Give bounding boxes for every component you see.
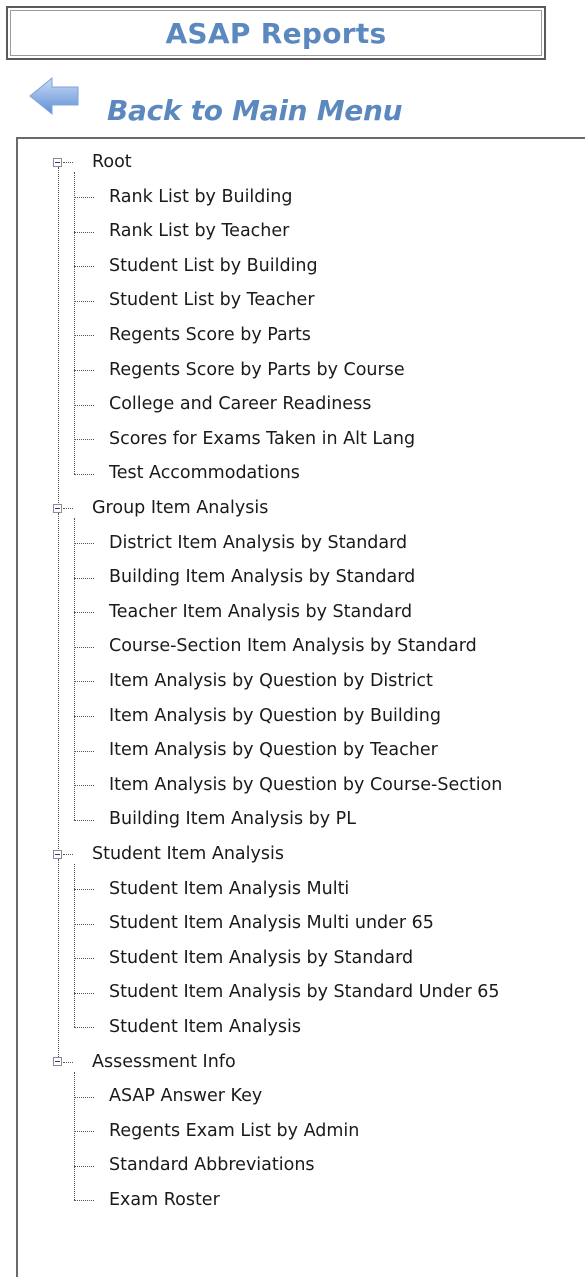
tree-item[interactable]: Regents Exam List by Admin bbox=[109, 1114, 359, 1148]
tree-connector bbox=[74, 923, 94, 925]
tree-connector bbox=[74, 612, 94, 614]
tree-connector bbox=[57, 859, 59, 1057]
tree-connector bbox=[74, 681, 94, 683]
tree-connector bbox=[74, 542, 94, 544]
tree-connector bbox=[74, 958, 94, 960]
tree-item[interactable]: Student List by Building bbox=[109, 249, 318, 283]
tree-connector bbox=[74, 888, 94, 890]
tree-connector bbox=[74, 369, 94, 371]
tree-item[interactable]: Item Analysis by Question by District bbox=[109, 664, 433, 698]
report-tree-panel: Root Rank List by Building Rank List by Te… bbox=[16, 137, 585, 1277]
tree-connector bbox=[63, 1061, 73, 1063]
tree-connector bbox=[63, 854, 73, 856]
tree-connector bbox=[57, 167, 59, 504]
tree-item[interactable]: ASAP Answer Key bbox=[109, 1079, 262, 1113]
tree-connector bbox=[74, 819, 94, 821]
collapse-toggle-icon[interactable] bbox=[53, 157, 62, 167]
tree-connector bbox=[74, 300, 94, 302]
tree-connector bbox=[63, 508, 73, 510]
page-title: ASAP Reports bbox=[165, 16, 387, 50]
tree-item[interactable]: Item Analysis by Question by Building bbox=[109, 699, 441, 733]
tree-group-assessment-info[interactable]: Assessment Info bbox=[92, 1045, 236, 1079]
tree-connector bbox=[74, 231, 94, 233]
tree-connector bbox=[74, 1096, 94, 1098]
tree-connector bbox=[74, 1200, 94, 1202]
tree-connector bbox=[74, 1131, 94, 1133]
back-to-main-menu-link[interactable]: Back to Main Menu bbox=[28, 74, 408, 130]
tree-connector bbox=[63, 162, 73, 164]
tree-connector bbox=[74, 196, 94, 198]
tree-item[interactable]: Student List by Teacher bbox=[109, 283, 315, 317]
tree-connector bbox=[74, 785, 94, 787]
tree-connector bbox=[74, 518, 75, 820]
tree-item[interactable]: Teacher Item Analysis by Standard bbox=[109, 595, 412, 629]
tree-item[interactable]: Building Item Analysis by Standard bbox=[109, 560, 415, 594]
tree-item[interactable]: Course-Section Item Analysis by Standard bbox=[109, 629, 477, 663]
tree-connector bbox=[74, 404, 94, 406]
tree-connector bbox=[74, 646, 94, 648]
tree-connector bbox=[74, 577, 94, 579]
tree-connector bbox=[74, 172, 75, 474]
tree-group-student-item-analysis[interactable]: Student Item Analysis bbox=[92, 837, 284, 871]
report-tree: Root Rank List by Building Rank List by Te… bbox=[18, 139, 585, 1277]
tree-item[interactable]: College and Career Readiness bbox=[109, 387, 371, 421]
tree-item[interactable]: Student Item Analysis by Standard Under … bbox=[109, 975, 500, 1009]
tree-item[interactable]: Student Item Analysis Multi bbox=[109, 872, 349, 906]
collapse-toggle-icon[interactable] bbox=[53, 503, 62, 513]
tree-item[interactable]: Student Item Analysis bbox=[109, 1010, 301, 1044]
tree-item[interactable]: Standard Abbreviations bbox=[109, 1148, 315, 1182]
tree-connector bbox=[74, 335, 94, 337]
collapse-toggle-icon[interactable] bbox=[53, 1057, 62, 1067]
tree-connector bbox=[74, 1165, 94, 1167]
tree-item[interactable]: Test Accommodations bbox=[109, 456, 300, 490]
left-arrow-icon bbox=[29, 76, 79, 116]
tree-item[interactable]: Regents Score by Parts by Course bbox=[109, 353, 405, 387]
tree-item[interactable]: Student Item Analysis Multi under 65 bbox=[109, 906, 434, 940]
tree-item[interactable]: District Item Analysis by Standard bbox=[109, 526, 407, 560]
tree-item[interactable]: Student Item Analysis by Standard bbox=[109, 941, 413, 975]
tree-item[interactable]: Rank List by Teacher bbox=[109, 214, 289, 248]
tree-item[interactable]: Rank List by Building bbox=[109, 180, 292, 214]
back-link-label: Back to Main Menu bbox=[107, 94, 403, 127]
page-header: ASAP Reports bbox=[6, 6, 546, 60]
tree-connector bbox=[74, 1071, 75, 1201]
tree-connector bbox=[74, 1027, 94, 1029]
tree-item[interactable]: Regents Score by Parts bbox=[109, 318, 311, 352]
tree-connector bbox=[74, 439, 94, 441]
tree-item[interactable]: Item Analysis by Question by Course-Sect… bbox=[109, 768, 502, 802]
tree-item[interactable]: Exam Roster bbox=[109, 1183, 220, 1217]
tree-connector bbox=[74, 864, 75, 1028]
tree-connector bbox=[57, 513, 59, 850]
tree-connector bbox=[74, 473, 94, 475]
tree-connector bbox=[74, 715, 94, 717]
tree-connector bbox=[74, 266, 94, 268]
tree-group-root[interactable]: Root bbox=[92, 145, 132, 179]
tree-item[interactable]: Building Item Analysis by PL bbox=[109, 802, 356, 836]
tree-item[interactable]: Scores for Exams Taken in Alt Lang bbox=[109, 422, 415, 456]
tree-connector bbox=[74, 750, 94, 752]
tree-group-group-item-analysis[interactable]: Group Item Analysis bbox=[92, 491, 268, 525]
tree-connector bbox=[74, 992, 94, 994]
tree-item[interactable]: Item Analysis by Question by Teacher bbox=[109, 733, 438, 767]
collapse-toggle-icon[interactable] bbox=[53, 849, 62, 859]
